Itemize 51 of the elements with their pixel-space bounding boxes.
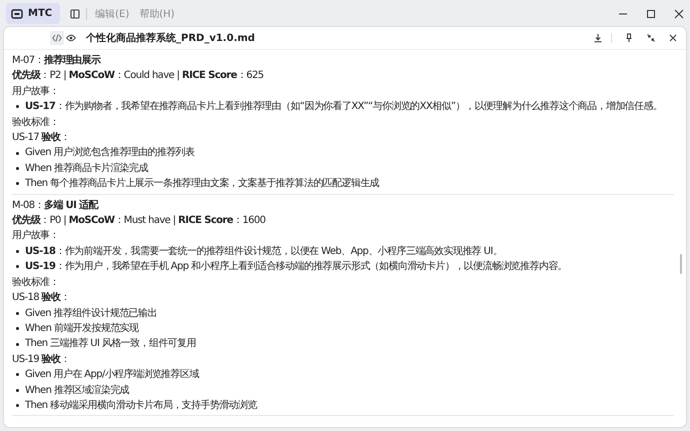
bullet-icon bbox=[16, 312, 19, 315]
close-icon[interactable] bbox=[668, 33, 678, 43]
source-view-button[interactable] bbox=[50, 31, 64, 45]
subsection-label: 用户故事： bbox=[12, 228, 60, 244]
close-icon[interactable] bbox=[674, 8, 684, 18]
menu-item[interactable]: 编辑(E) bbox=[93, 6, 132, 20]
priority-line: 优先级：P0 | MoSCoW：Must have | RICE Score：1600 bbox=[12, 214, 266, 228]
bullet-icon bbox=[16, 250, 19, 254]
acceptance-criterion: Given 推荐组件设计规范已输出 bbox=[25, 306, 157, 320]
subsection-label: 用户故事： bbox=[12, 84, 60, 99]
sidebar-toggle-icon[interactable] bbox=[70, 8, 80, 18]
bullet-icon bbox=[16, 404, 19, 408]
subsection-label: 验收标准： bbox=[12, 116, 60, 130]
bullet-icon bbox=[16, 167, 19, 170]
document-title: 个性化商品推荐系统_PRD_v1.0.md bbox=[86, 31, 255, 45]
menu-item[interactable]: 帮助(H) bbox=[137, 6, 177, 20]
section-heading: M-08：多端 UI 适配 bbox=[12, 198, 100, 213]
acceptance-criterion: Then 每个推荐商品卡片上展示一条推荐理由文案，文案基于推荐算法的匹配逻辑生成 bbox=[25, 176, 380, 192]
acceptance-group-title: US-18 验收： bbox=[12, 290, 71, 306]
pin-icon[interactable] bbox=[624, 33, 634, 43]
code-icon bbox=[52, 34, 62, 42]
acceptance-group-title: US-17 验收： bbox=[12, 130, 71, 146]
subsection-label: 验收标准： bbox=[12, 276, 60, 290]
bullet-icon bbox=[16, 152, 19, 155]
acceptance-criterion: Then 移动端采用横向滑动卡片布局，支持手势滑动浏览 bbox=[25, 398, 257, 413]
bullet-icon bbox=[16, 182, 19, 186]
user-story-text: US-18：作为前端开发，我需要一套统一的推荐组件设计规范，以便在 Web、App、小程序三端高效实现推荐 UI。 bbox=[25, 244, 502, 259]
window-icon bbox=[11, 8, 23, 18]
user-story-text: US-19：作为用户，我希望在手机 App 和小程序上看到适合移动端的推荐展示形式（如横向滑动卡片），以便流畅浏览推荐内容。 bbox=[25, 260, 568, 274]
acceptance-criterion: When 推荐商品卡片渲染完成 bbox=[25, 162, 148, 176]
bullet-icon bbox=[16, 327, 19, 330]
bullet-icon bbox=[16, 105, 19, 108]
acceptance-criterion: Then 三端推荐 UI 风格一致，组件可复用 bbox=[25, 336, 196, 352]
download-icon[interactable] bbox=[593, 33, 603, 43]
bullet-icon bbox=[16, 265, 19, 268]
bullet-icon bbox=[16, 342, 19, 346]
maximize-icon[interactable] bbox=[646, 8, 656, 18]
priority-line: 优先级：P2 | MoSCoW：Could have | RICE Score：625 bbox=[12, 68, 264, 84]
collapse-arrows-icon[interactable] bbox=[646, 33, 656, 43]
acceptance-criterion: Given 用户在 App/小程序端浏览推荐区域 bbox=[25, 368, 199, 382]
bullet-icon bbox=[16, 388, 19, 392]
acceptance-criterion: When 推荐区域渲染完成 bbox=[25, 384, 130, 398]
acceptance-group-title: US-19 验收： bbox=[12, 352, 71, 367]
eye-icon bbox=[66, 34, 76, 42]
user-story-text: US-17：作为购物者，我希望在推荐商品卡片上看到推荐理由（如“因为你看了XX”“与你浏览的XX相似”），以便理解为什么推荐这个商品，增加信任感。 bbox=[25, 100, 662, 114]
acceptance-criterion: Given 用户浏览包含推荐理由的推荐列表 bbox=[25, 146, 195, 160]
scrollbar-thumb[interactable] bbox=[680, 254, 682, 274]
app-logo-button[interactable]: MTC bbox=[6, 3, 60, 24]
acceptance-criterion: When 前端开发按规范实现 bbox=[25, 322, 138, 336]
section-heading: M-07：推荐理由展示 bbox=[12, 54, 102, 68]
bullet-icon bbox=[16, 373, 19, 376]
